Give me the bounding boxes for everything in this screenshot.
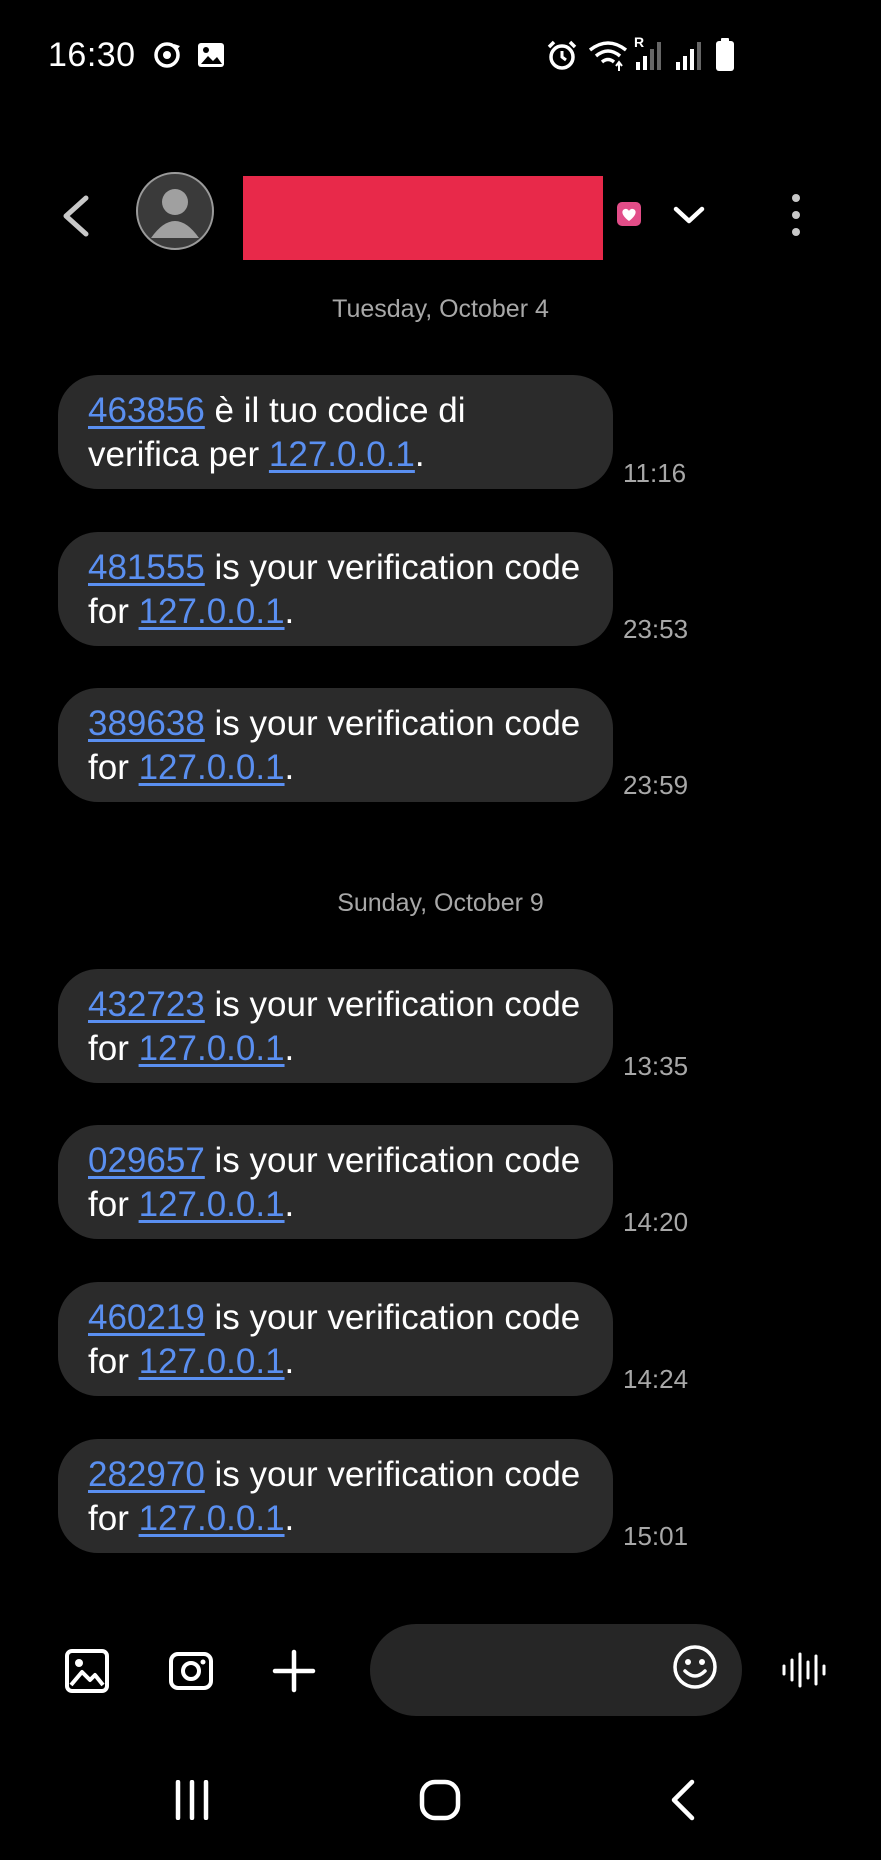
battery-icon <box>714 38 736 77</box>
voice-input-icon[interactable] <box>780 1650 828 1695</box>
chevron-down-icon[interactable] <box>672 200 706 235</box>
message-time: 23:59 <box>623 770 689 800</box>
verification-code-link[interactable]: 463856 <box>88 391 205 430</box>
message-punctuation: . <box>284 1499 295 1538</box>
message-bubble[interactable]: 481555 is your verification code for 127… <box>58 532 613 646</box>
ip-address-link[interactable]: 127.0.0.1 <box>139 1185 285 1224</box>
camera-icon[interactable] <box>168 1648 214 1699</box>
message-bubble[interactable]: 282970 is your verification code for 127… <box>58 1439 613 1553</box>
ip-address-link[interactable]: 127.0.0.1 <box>269 435 415 474</box>
verification-code-link[interactable]: 460219 <box>88 1298 205 1337</box>
contact-name-redacted[interactable] <box>243 176 603 260</box>
gallery-icon[interactable] <box>64 1648 110 1699</box>
home-icon[interactable] <box>418 1778 462 1827</box>
message-bubble[interactable]: 460219 is your verification code for 127… <box>58 1282 613 1396</box>
message-punctuation: . <box>284 1185 295 1224</box>
message-punctuation: . <box>284 592 295 631</box>
ip-address-link[interactable]: 127.0.0.1 <box>139 1499 285 1538</box>
signal-roaming-icon: R <box>632 34 666 77</box>
sync-icon <box>152 40 182 75</box>
roaming-label: R <box>634 34 645 50</box>
message-time: 13:35 <box>623 1051 689 1081</box>
more-vert-icon[interactable] <box>790 192 802 243</box>
system-nav-bar <box>0 1760 881 1860</box>
recent-apps-icon[interactable] <box>172 1779 212 1825</box>
conversation-header <box>0 150 881 280</box>
date-separator: Sunday, October 9 <box>337 889 544 917</box>
message-bubble[interactable]: 389638 is your verification code for 127… <box>58 688 613 802</box>
message-punctuation: . <box>284 1029 295 1068</box>
emoji-icon[interactable] <box>672 1644 718 1695</box>
message-punctuation: . <box>284 1342 295 1381</box>
image-notification-icon <box>196 40 226 75</box>
verification-code-link[interactable]: 432723 <box>88 985 205 1024</box>
message-punctuation: . <box>414 435 425 474</box>
back-arrow-icon[interactable] <box>58 194 94 243</box>
wifi-icon <box>588 40 628 77</box>
status-bar: 16:30 R <box>0 0 881 110</box>
ip-address-link[interactable]: 127.0.0.1 <box>139 748 285 787</box>
message-time: 23:53 <box>623 614 689 644</box>
verification-code-link[interactable]: 389638 <box>88 704 205 743</box>
message-time: 14:20 <box>623 1207 689 1237</box>
message-bubble[interactable]: 463856 è il tuo codice di verifica per 1… <box>58 375 613 489</box>
message-time: 15:01 <box>623 1521 689 1551</box>
message-punctuation: . <box>284 748 295 787</box>
message-bubble[interactable]: 432723 is your verification code for 127… <box>58 969 613 1083</box>
message-composer <box>0 1620 881 1730</box>
message-time: 14:24 <box>623 1364 689 1394</box>
heart-badge-icon <box>617 202 641 226</box>
signal-icon <box>672 38 706 77</box>
avatar[interactable] <box>136 172 214 250</box>
verification-code-link[interactable]: 029657 <box>88 1141 205 1180</box>
add-icon[interactable] <box>271 1648 317 1699</box>
alarm-icon <box>546 40 578 77</box>
message-time: 11:16 <box>623 458 687 488</box>
ip-address-link[interactable]: 127.0.0.1 <box>139 1029 285 1068</box>
verification-code-link[interactable]: 481555 <box>88 548 205 587</box>
ip-address-link[interactable]: 127.0.0.1 <box>139 1342 285 1381</box>
status-time: 16:30 <box>48 36 136 74</box>
date-separator: Tuesday, October 4 <box>332 295 549 323</box>
message-bubble[interactable]: 029657 is your verification code for 127… <box>58 1125 613 1239</box>
verification-code-link[interactable]: 282970 <box>88 1455 205 1494</box>
back-icon[interactable] <box>668 1778 698 1827</box>
ip-address-link[interactable]: 127.0.0.1 <box>139 592 285 631</box>
